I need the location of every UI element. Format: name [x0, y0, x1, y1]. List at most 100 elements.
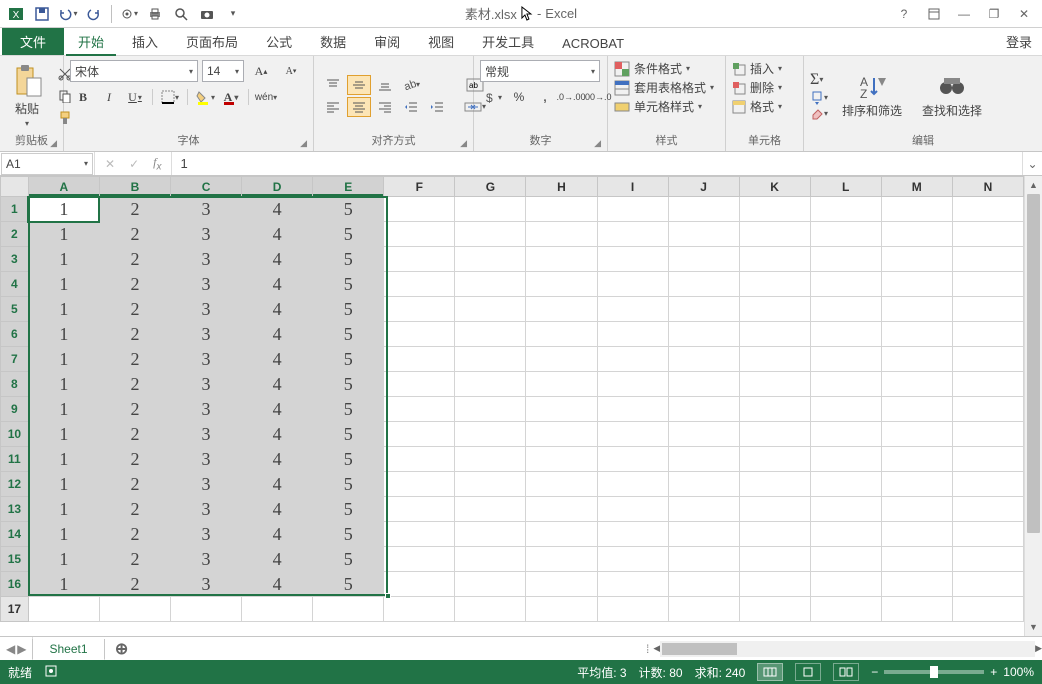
- cell[interactable]: [881, 197, 952, 222]
- cell[interactable]: 5: [313, 397, 384, 422]
- cell[interactable]: [810, 447, 881, 472]
- tab-review[interactable]: 审阅: [360, 28, 414, 55]
- zoom-out-button[interactable]: −: [871, 665, 878, 679]
- cell[interactable]: [455, 347, 526, 372]
- number-format-select[interactable]: 常规▾: [480, 60, 600, 82]
- row-header[interactable]: 12: [1, 472, 29, 497]
- cell[interactable]: [881, 472, 952, 497]
- fx-button[interactable]: fx: [153, 155, 161, 172]
- format-cells-button[interactable]: 格式▾: [732, 98, 782, 115]
- cell[interactable]: [810, 322, 881, 347]
- border-button[interactable]: ▾: [158, 87, 182, 107]
- column-header[interactable]: D: [242, 177, 313, 197]
- cell[interactable]: [881, 397, 952, 422]
- phonetic-button[interactable]: wén▾: [254, 87, 278, 107]
- increase-indent-button[interactable]: [425, 97, 449, 117]
- clear-button[interactable]: ▾: [810, 107, 828, 121]
- cell[interactable]: [952, 522, 1023, 547]
- cell[interactable]: [739, 497, 810, 522]
- cell[interactable]: [597, 222, 668, 247]
- row-header[interactable]: 14: [1, 522, 29, 547]
- cell[interactable]: [668, 547, 739, 572]
- cell[interactable]: [952, 272, 1023, 297]
- cell[interactable]: [597, 197, 668, 222]
- cell[interactable]: [881, 272, 952, 297]
- cell[interactable]: [952, 222, 1023, 247]
- cell[interactable]: 2: [99, 472, 170, 497]
- decrease-indent-button[interactable]: [399, 97, 423, 117]
- ribbon-display-button[interactable]: [920, 3, 948, 25]
- help-button[interactable]: ?: [890, 3, 918, 25]
- cell[interactable]: 2: [99, 247, 170, 272]
- cell[interactable]: [810, 297, 881, 322]
- cell[interactable]: 1: [28, 197, 99, 222]
- row-header[interactable]: 11: [1, 447, 29, 472]
- cell[interactable]: 3: [170, 372, 241, 397]
- cell[interactable]: [455, 447, 526, 472]
- cell[interactable]: 1: [28, 397, 99, 422]
- cell[interactable]: [810, 572, 881, 597]
- cell[interactable]: 4: [242, 222, 313, 247]
- cell[interactable]: [384, 397, 455, 422]
- cell[interactable]: 2: [99, 572, 170, 597]
- cell[interactable]: [384, 222, 455, 247]
- cell[interactable]: [668, 422, 739, 447]
- quickprint-icon[interactable]: [143, 3, 167, 25]
- cell[interactable]: 2: [99, 422, 170, 447]
- cell[interactable]: [597, 272, 668, 297]
- cell[interactable]: [526, 347, 597, 372]
- cell[interactable]: [881, 372, 952, 397]
- preview-icon[interactable]: [169, 3, 193, 25]
- column-header[interactable]: I: [597, 177, 668, 197]
- cell[interactable]: [952, 372, 1023, 397]
- cell[interactable]: [668, 597, 739, 622]
- orientation-button[interactable]: ab▾: [399, 75, 423, 95]
- cell[interactable]: [739, 422, 810, 447]
- align-right-button[interactable]: [373, 97, 397, 117]
- align-bottom-button[interactable]: [373, 75, 397, 95]
- cell[interactable]: 2: [99, 447, 170, 472]
- cell[interactable]: [952, 322, 1023, 347]
- view-pagebreak-button[interactable]: [833, 663, 859, 681]
- cell[interactable]: [526, 372, 597, 397]
- cell[interactable]: 5: [313, 572, 384, 597]
- cell[interactable]: [99, 597, 170, 622]
- cell[interactable]: [668, 272, 739, 297]
- cell[interactable]: [526, 522, 597, 547]
- align-top-button[interactable]: [321, 75, 345, 95]
- macro-record-icon[interactable]: [44, 664, 58, 681]
- cell[interactable]: [739, 547, 810, 572]
- hscroll-right-button[interactable]: ▶: [1035, 640, 1042, 658]
- cell[interactable]: 4: [242, 522, 313, 547]
- cell[interactable]: [952, 397, 1023, 422]
- cell[interactable]: [455, 472, 526, 497]
- cell[interactable]: 4: [242, 472, 313, 497]
- cell[interactable]: 5: [313, 272, 384, 297]
- cell[interactable]: [881, 522, 952, 547]
- cell[interactable]: [384, 272, 455, 297]
- horizontal-scrollbar[interactable]: [660, 641, 1035, 657]
- cell[interactable]: 1: [28, 497, 99, 522]
- view-normal-button[interactable]: [757, 663, 783, 681]
- cell[interactable]: [881, 322, 952, 347]
- cell[interactable]: [739, 397, 810, 422]
- cell[interactable]: [739, 247, 810, 272]
- cell[interactable]: 5: [313, 447, 384, 472]
- sheet-nav-prev[interactable]: ◀: [6, 642, 15, 656]
- column-header[interactable]: B: [99, 177, 170, 197]
- cell[interactable]: [881, 347, 952, 372]
- cell[interactable]: [455, 572, 526, 597]
- cell[interactable]: [739, 572, 810, 597]
- cell[interactable]: [881, 222, 952, 247]
- cell[interactable]: [952, 347, 1023, 372]
- cell[interactable]: 4: [242, 272, 313, 297]
- cell[interactable]: [668, 522, 739, 547]
- fill-color-button[interactable]: ▾: [193, 87, 217, 107]
- cell[interactable]: [668, 222, 739, 247]
- cell[interactable]: [455, 597, 526, 622]
- number-dialog-launcher[interactable]: ◢: [594, 138, 601, 149]
- close-button[interactable]: ✕: [1010, 3, 1038, 25]
- accounting-format-button[interactable]: $▾: [481, 87, 505, 107]
- cell[interactable]: [952, 572, 1023, 597]
- cell[interactable]: [810, 522, 881, 547]
